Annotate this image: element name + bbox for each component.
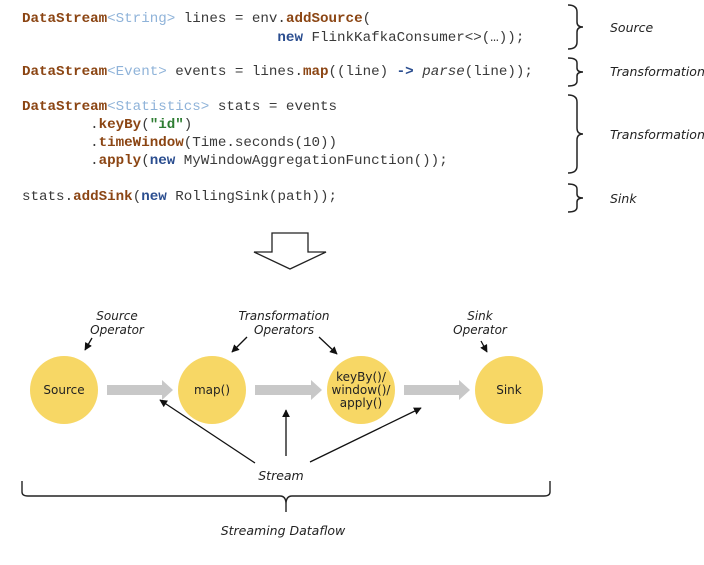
source-annotation-arrow <box>84 337 93 351</box>
transformation-annotation-arrow-map <box>231 336 248 353</box>
source-operator-label-2: Operator <box>90 323 145 337</box>
stream-arrow-2 <box>404 380 470 400</box>
brace-sink <box>567 183 584 213</box>
transformation-operators-label-2: Operators <box>254 323 314 337</box>
stream-label: Stream <box>258 468 304 483</box>
transformation-annotation-arrow-keyby <box>318 336 338 355</box>
operator-label: apply() <box>340 396 382 410</box>
code-braces <box>567 4 584 213</box>
down-arrow-icon <box>253 232 327 270</box>
stream-arrow-0 <box>107 380 173 400</box>
diagram-canvas: Source Operator Transformation Operators… <box>21 4 584 538</box>
sink-operator-label-2: Operator <box>453 323 508 337</box>
streaming-dataflow-label: Streaming Dataflow <box>221 523 346 538</box>
source-operator-label-1: Source <box>96 309 137 323</box>
transformation-operators-label-1: Transformation <box>238 309 329 323</box>
sink-annotation-arrow <box>480 340 488 353</box>
brace-transformation-2 <box>567 94 584 174</box>
operator-label: window()/ <box>332 383 392 397</box>
brace-source <box>567 4 584 50</box>
sink-operator-label-1: Sink <box>467 309 494 323</box>
streaming-dataflow-brace <box>21 481 551 512</box>
operator-label: keyBy()/ <box>336 370 387 384</box>
stream-arrow-1 <box>255 380 322 400</box>
operator-label: map() <box>194 383 230 397</box>
operator-label: Source <box>43 383 84 397</box>
operator-label: Sink <box>496 383 522 397</box>
brace-transformation-1 <box>567 57 584 87</box>
